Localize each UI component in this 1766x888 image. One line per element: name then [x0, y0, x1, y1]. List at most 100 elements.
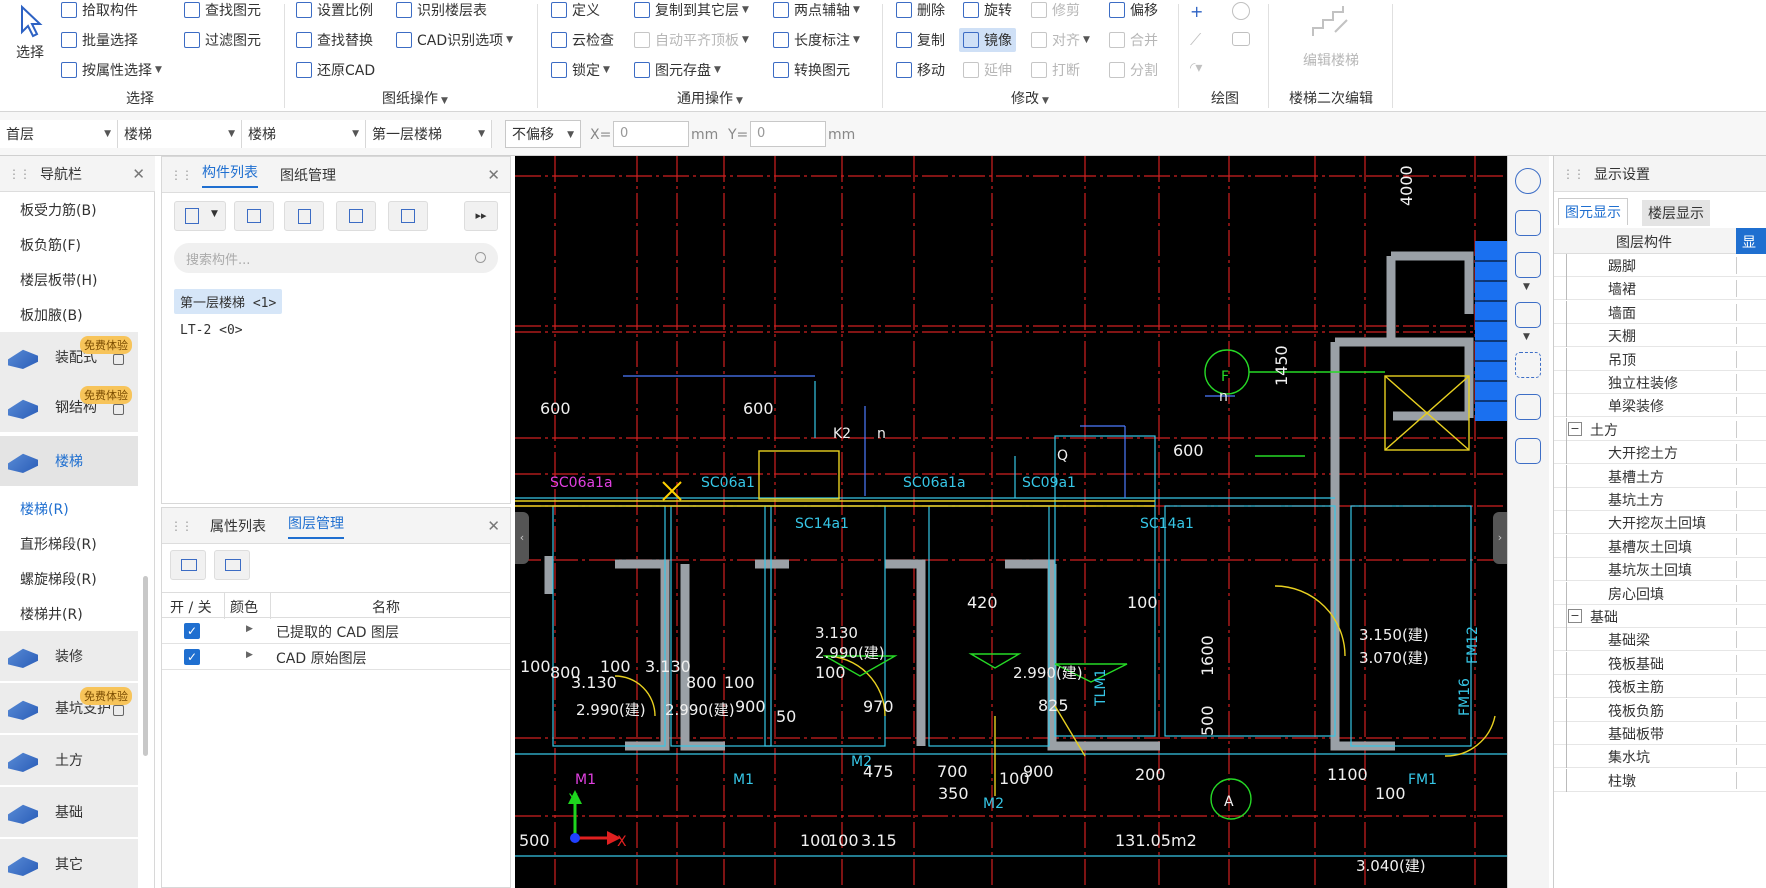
tree-item-row[interactable]: 筏板负筋 — [1554, 698, 1766, 722]
move-button[interactable]: 移动 — [896, 58, 945, 82]
draw-arc-button[interactable]: ◜▾ — [1190, 60, 1220, 78]
tree-item-row[interactable]: 大开挖灰土回填 — [1554, 511, 1766, 535]
show-checkbox-edge[interactable] — [1736, 678, 1737, 696]
tab-layer-manage[interactable]: 图层管理 — [288, 513, 344, 539]
nav-item[interactable]: 板受力筋(B) — [20, 200, 97, 220]
nav-scrollbar[interactable] — [143, 576, 148, 756]
cad-options-button[interactable]: CAD识别选项 ▼ — [396, 28, 513, 52]
tree-group-row[interactable]: − 基础 — [1554, 605, 1766, 628]
canvas-collapse-left-button[interactable]: ‹ — [515, 512, 529, 564]
show-checkbox-edge[interactable] — [1736, 608, 1737, 625]
expand-arrow-icon[interactable]: ▶ — [246, 624, 253, 634]
lock-button[interactable]: 锁定 ▼ — [551, 58, 610, 82]
show-checkbox-edge[interactable] — [1736, 701, 1737, 719]
element-save-button[interactable]: 图元存盘 ▼ — [634, 58, 721, 82]
show-checkbox-edge[interactable] — [1736, 561, 1737, 579]
auto-flat-roof-button[interactable]: 自动平齐顶板 ▼ — [634, 28, 749, 52]
find-element-button[interactable]: 查找图元 — [184, 0, 261, 22]
tab-floor-display[interactable]: 楼层显示 — [1642, 200, 1710, 226]
copy-button[interactable]: 复制 — [896, 28, 945, 52]
chevron-down-icon[interactable]: ▼ — [1523, 332, 1530, 342]
nav-item[interactable]: 螺旋梯段(R) — [20, 569, 97, 589]
identify-floor-table-button[interactable]: 识别楼层表 — [396, 0, 487, 22]
layer-tool-button[interactable] — [214, 550, 250, 580]
split-button[interactable]: 分割 — [1109, 58, 1158, 82]
tree-item-row[interactable]: 吊顶 — [1554, 347, 1766, 371]
show-checkbox-edge[interactable] — [1736, 397, 1737, 415]
nav-item[interactable]: 楼层板带(H) — [20, 270, 97, 290]
close-icon[interactable]: ✕ — [132, 165, 145, 183]
break-button[interactable]: 打断 — [1031, 58, 1080, 82]
restore-cad-button[interactable]: 还原CAD — [296, 58, 375, 82]
show-checkbox-edge[interactable] — [1736, 654, 1737, 672]
drag-grip-icon[interactable]: ⋮⋮ — [170, 519, 193, 533]
component-search[interactable]: 搜索构件... — [174, 243, 498, 273]
two-point-axis-button[interactable]: 两点辅轴 ▼ — [773, 0, 860, 22]
set-scale-button[interactable]: 设置比例 — [296, 0, 373, 22]
show-checkbox-edge[interactable] — [1736, 444, 1737, 462]
component-item[interactable]: LT-2 <0> — [180, 323, 243, 338]
floor-select[interactable]: 首层 ▼ — [0, 120, 118, 148]
tree-item-row[interactable]: 墙面 — [1554, 300, 1766, 324]
tree-item-row[interactable]: 房心回填 — [1554, 581, 1766, 605]
layer-visible-checkbox[interactable]: ✓ — [184, 649, 200, 665]
rotate-button[interactable]: 旋转 — [963, 0, 1012, 22]
nav-category-foundation[interactable]: 基础 — [0, 787, 138, 837]
tab-drawing-manage[interactable]: 图纸管理 — [280, 165, 336, 185]
tree-item-row[interactable]: 基础梁 — [1554, 628, 1766, 652]
offset-button[interactable]: 偏移 — [1109, 0, 1158, 22]
save-component-button[interactable] — [388, 201, 428, 231]
close-icon[interactable]: ✕ — [487, 517, 500, 535]
expand-arrow-icon[interactable]: ▶ — [246, 650, 253, 660]
layer-copy-button[interactable] — [336, 201, 376, 231]
category-select[interactable]: 楼梯 ▼ — [118, 120, 242, 148]
component-select[interactable]: 第一层楼梯 ▼ — [366, 120, 492, 148]
tree-item-row[interactable]: 墙裙 — [1554, 277, 1766, 301]
drag-grip-icon[interactable]: ⋮⋮ — [8, 167, 31, 181]
nav-item[interactable]: 板负筋(F) — [20, 235, 81, 255]
show-checkbox-edge[interactable] — [1736, 514, 1737, 532]
collapse-icon[interactable]: − — [1568, 609, 1582, 623]
tree-group-row[interactable]: − 土方 — [1554, 417, 1766, 441]
show-checkbox-edge[interactable] — [1736, 631, 1737, 649]
extend-button[interactable]: 延伸 — [963, 58, 1012, 82]
convert-element-button[interactable]: 转换图元 — [773, 58, 850, 82]
chevron-down-icon[interactable]: ▼ — [1523, 282, 1530, 292]
tree-item-row[interactable]: 单梁装修 — [1554, 394, 1766, 418]
tree-item-row[interactable]: 独立柱装修 — [1554, 371, 1766, 394]
tab-component-list[interactable]: 构件列表 — [202, 162, 258, 188]
copy-to-other-layer-button[interactable]: 复制到其它层 ▼ — [634, 0, 749, 22]
cad-drawing-canvas[interactable]: 4000 1450 1600 500 600 600 600 420 100 100 800 3.13… — [515, 156, 1507, 888]
draw-point-button[interactable]: + — [1190, 2, 1212, 21]
show-checkbox-edge[interactable] — [1736, 725, 1737, 742]
show-checkbox-edge[interactable] — [1736, 771, 1737, 789]
nav-category-prefab[interactable]: 装配式 免费体验 — [0, 332, 138, 382]
nav-category-pit-support[interactable]: 基坑支护 免费体验 — [0, 683, 138, 733]
copy-component-button[interactable] — [234, 201, 274, 231]
align-button[interactable]: 对齐 ▼ — [1031, 28, 1090, 52]
batch-select-button[interactable]: 批量选择 — [61, 28, 138, 52]
orbit-view-icon[interactable] — [1515, 168, 1541, 194]
x-input[interactable]: 0 — [613, 121, 689, 147]
new-component-button[interactable]: ▼ — [174, 201, 226, 231]
nav-category-steel[interactable]: 钢结构 免费体验 — [0, 382, 138, 432]
define-button[interactable]: 定义 — [551, 0, 600, 22]
nav-category-earthwork[interactable]: 土方 — [0, 735, 138, 785]
nav-category-stair[interactable]: 楼梯 — [0, 436, 138, 486]
show-checkbox-edge[interactable] — [1736, 537, 1737, 555]
cube-view-icon[interactable] — [1515, 252, 1541, 278]
offset-mode-select[interactable]: 不偏移 ▼ — [505, 120, 581, 148]
nav-item-stair[interactable]: 楼梯(R) — [20, 499, 69, 519]
report-icon[interactable] — [1515, 438, 1541, 464]
select-by-attr-button[interactable]: 按属性选择 ▼ — [61, 58, 162, 82]
layer-visible-checkbox[interactable]: ✓ — [184, 623, 200, 639]
show-checkbox-edge[interactable] — [1736, 420, 1737, 438]
tree-item-row[interactable]: 大开挖土方 — [1554, 441, 1766, 465]
nav-category-other[interactable]: 其它 — [0, 839, 138, 888]
merge-button[interactable]: 合并 — [1109, 28, 1158, 52]
pick-component-button[interactable]: 拾取构件 — [61, 0, 138, 22]
draw-arc-circle-button[interactable] — [1232, 2, 1250, 20]
box-view-icon[interactable] — [1515, 302, 1541, 328]
edit-stair-button[interactable]: 编辑楼梯 — [1276, 2, 1386, 70]
tree-item-row[interactable]: 基坑土方 — [1554, 488, 1766, 511]
